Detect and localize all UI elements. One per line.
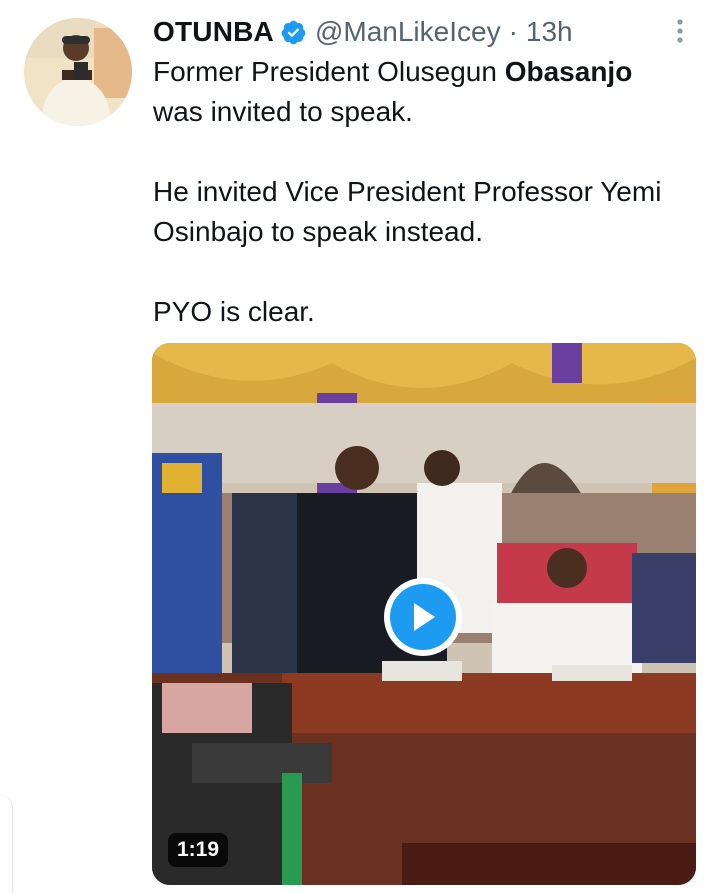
timestamp[interactable]: 13h — [526, 16, 573, 48]
more-vertical-icon[interactable] — [668, 16, 692, 46]
tweet-line-2: was invited to speak. — [153, 96, 413, 127]
separator: · — [508, 16, 518, 47]
tweet-line-1-bold: Obasanjo — [504, 56, 633, 87]
verified-badge-icon — [280, 19, 307, 46]
tweet-line-1: Former President Olusegun Obasanjo — [153, 52, 698, 92]
video-duration-badge: 1:19 — [168, 833, 229, 867]
tweet-text: Former President Olusegun Obasanjo was i… — [153, 52, 698, 332]
tweet-header: OTUNBA @ManLikeIcey · 13h — [153, 12, 573, 52]
tweet-paragraph-2: He invited Vice President Professor Yemi… — [153, 176, 662, 247]
play-button[interactable] — [384, 578, 462, 656]
tweet-paragraph-3: PYO is clear. — [153, 296, 315, 327]
display-name[interactable]: OTUNBA — [153, 16, 274, 48]
play-icon — [390, 584, 456, 650]
tweet-line-1-prefix: Former President Olusegun — [153, 56, 505, 87]
side-panel-edge — [0, 795, 13, 893]
avatar-image — [24, 18, 132, 126]
video-player[interactable]: 1:19 — [152, 343, 696, 885]
handle[interactable]: @ManLikeIcey — [315, 16, 501, 48]
avatar[interactable] — [24, 18, 132, 126]
